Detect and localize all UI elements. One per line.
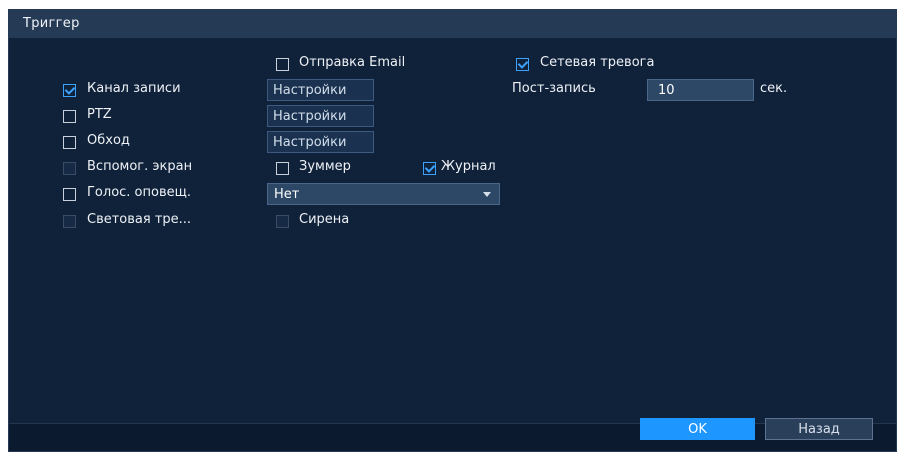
record-channel-label: Канал записи (87, 81, 181, 96)
siren-label: Сирена (299, 212, 350, 227)
voice-prompt-checkbox[interactable] (63, 188, 76, 201)
email-label: Отправка Email (299, 55, 406, 70)
tour-label: Обход (87, 133, 130, 148)
voice-prompt-select[interactable]: Нет (267, 183, 500, 205)
voice-prompt-label: Голос. оповещ. (87, 185, 191, 200)
tour-settings-button[interactable]: Настройки (267, 131, 374, 153)
email-checkbox[interactable] (276, 58, 289, 71)
dialog-footer (9, 423, 896, 451)
buzzer-checkbox[interactable] (276, 162, 289, 175)
aux-screen-checkbox[interactable] (63, 162, 76, 175)
network-alarm-label: Сетевая тревога (540, 55, 655, 70)
voice-prompt-selected-value: Нет (274, 186, 300, 202)
trigger-dialog: Триггер (8, 9, 897, 452)
record-channel-settings-button[interactable]: Настройки (267, 79, 374, 101)
dialog-titlebar: Триггер (9, 10, 896, 38)
post-record-label: Пост-запись (512, 81, 596, 96)
record-channel-checkbox[interactable] (63, 84, 76, 97)
tour-checkbox[interactable] (63, 136, 76, 149)
post-record-unit: сек. (760, 81, 788, 96)
light-alarm-checkbox[interactable] (63, 215, 76, 228)
ptz-checkbox[interactable] (63, 110, 76, 123)
network-alarm-checkbox[interactable] (516, 58, 529, 71)
ptz-label: PTZ (87, 107, 112, 122)
ptz-settings-button[interactable]: Настройки (267, 105, 374, 127)
siren-checkbox[interactable] (276, 215, 289, 228)
back-button[interactable]: Назад (765, 418, 873, 440)
light-alarm-label: Световая тре... (87, 212, 192, 227)
chevron-down-icon (483, 192, 491, 197)
log-checkbox[interactable] (423, 162, 436, 175)
post-record-input[interactable]: 10 (647, 79, 754, 101)
aux-screen-label: Вспомог. экран (87, 159, 193, 174)
buzzer-label: Зуммер (299, 159, 351, 174)
log-label: Журнал (441, 159, 496, 174)
dialog-title: Триггер (23, 16, 80, 31)
ok-button[interactable]: OK (640, 418, 755, 440)
